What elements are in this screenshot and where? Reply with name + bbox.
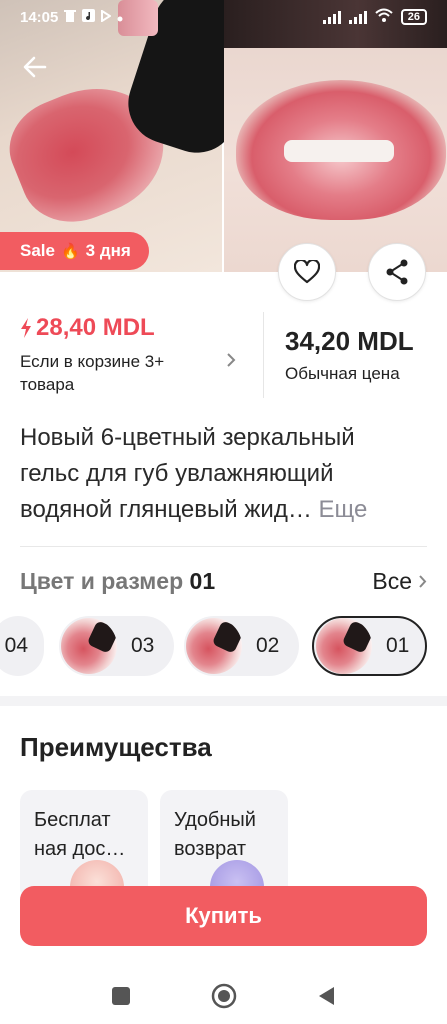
- variant-option[interactable]: 02: [184, 616, 299, 676]
- sale-badge-days: 3 дня: [85, 241, 131, 260]
- advantage-card-text: Бесплат ная дос…: [34, 809, 126, 860]
- variant-thumbnail: [316, 618, 372, 674]
- back-nav-button[interactable]: [312, 982, 340, 1010]
- lightning-icon: [21, 318, 31, 338]
- status-time: 14:05: [20, 8, 59, 26]
- see-all-variants[interactable]: Все: [372, 568, 427, 595]
- color-size-label: Цвет и размер 01: [20, 567, 216, 594]
- signal-icon-2: [348, 10, 367, 24]
- dot-icon: [117, 9, 123, 26]
- variant-number: 04: [4, 634, 28, 657]
- status-bar: 14:05 26: [0, 0, 447, 34]
- favorite-button[interactable]: [278, 243, 336, 301]
- selected-variant: 01: [189, 567, 216, 594]
- chevron-right-icon: [419, 574, 427, 588]
- signal-icon: [322, 10, 341, 24]
- advantage-card-shipping[interactable]: Бесплат ная дос…: [20, 790, 148, 900]
- divider: [20, 546, 427, 547]
- share-button[interactable]: [368, 243, 426, 301]
- product-title: Новый 6-цветный зеркальный гельс для губ…: [20, 420, 420, 528]
- wifi-icon: [375, 8, 393, 26]
- regular-price-label: Обычная цена: [285, 364, 400, 383]
- product-photo-lips: [224, 0, 447, 272]
- trash-icon: [64, 9, 77, 26]
- regular-price: 34,20 MDL: [285, 326, 414, 356]
- back-button[interactable]: [18, 50, 52, 84]
- sale-badge: Sale 🔥 3 дня: [0, 232, 149, 270]
- variant-thumbnail: [61, 618, 117, 674]
- sale-price-condition: Если в корзине 3+ товара: [20, 352, 165, 394]
- fire-icon: 🔥: [60, 243, 80, 260]
- heart-icon: [294, 260, 320, 284]
- variant-option[interactable]: 04: [0, 616, 44, 676]
- advantage-card-return[interactable]: Удобный возврат: [160, 790, 288, 900]
- variant-number: 01: [386, 634, 410, 657]
- sale-price-value: 28,40 MDL: [36, 314, 155, 341]
- price-section: 28,40 MDL Если в корзине 3+ товара 34,20…: [0, 312, 447, 400]
- variant-number: 02: [256, 634, 280, 657]
- play-icon: [101, 8, 113, 26]
- battery-indicator: 26: [400, 9, 427, 25]
- chevron-right-icon[interactable]: [226, 352, 236, 368]
- share-icon: [386, 259, 408, 285]
- advantage-card-text: Удобный возврат: [174, 809, 256, 860]
- color-size-row[interactable]: Цвет и размер 01 Все: [20, 566, 427, 596]
- sale-badge-label: Sale: [20, 241, 55, 260]
- advantages-title: Преимущества: [20, 732, 212, 762]
- variant-thumbnail: [186, 618, 242, 674]
- variant-option-selected[interactable]: 01: [312, 616, 427, 676]
- product-title-text: Новый 6-цветный зеркальный гельс для губ…: [20, 424, 355, 523]
- variant-option[interactable]: 03: [59, 616, 174, 676]
- buy-button[interactable]: Купить: [20, 886, 427, 946]
- variant-list: 04 03 02 01: [0, 616, 447, 676]
- home-button[interactable]: [210, 982, 238, 1010]
- square-icon: [112, 987, 130, 1005]
- sale-price[interactable]: 28,40 MDL: [20, 314, 155, 342]
- section-divider: [0, 696, 447, 706]
- price-divider: [263, 312, 264, 398]
- triangle-back-icon: [319, 987, 334, 1005]
- more-link[interactable]: Еще: [319, 496, 368, 523]
- system-nav-bar: [0, 968, 447, 1024]
- music-icon: [82, 8, 96, 26]
- circle-icon: [211, 983, 237, 1009]
- variant-number: 03: [131, 634, 155, 657]
- recent-apps-button[interactable]: [107, 982, 135, 1010]
- see-all-label: Все: [372, 567, 412, 594]
- arrow-left-icon: [23, 56, 47, 78]
